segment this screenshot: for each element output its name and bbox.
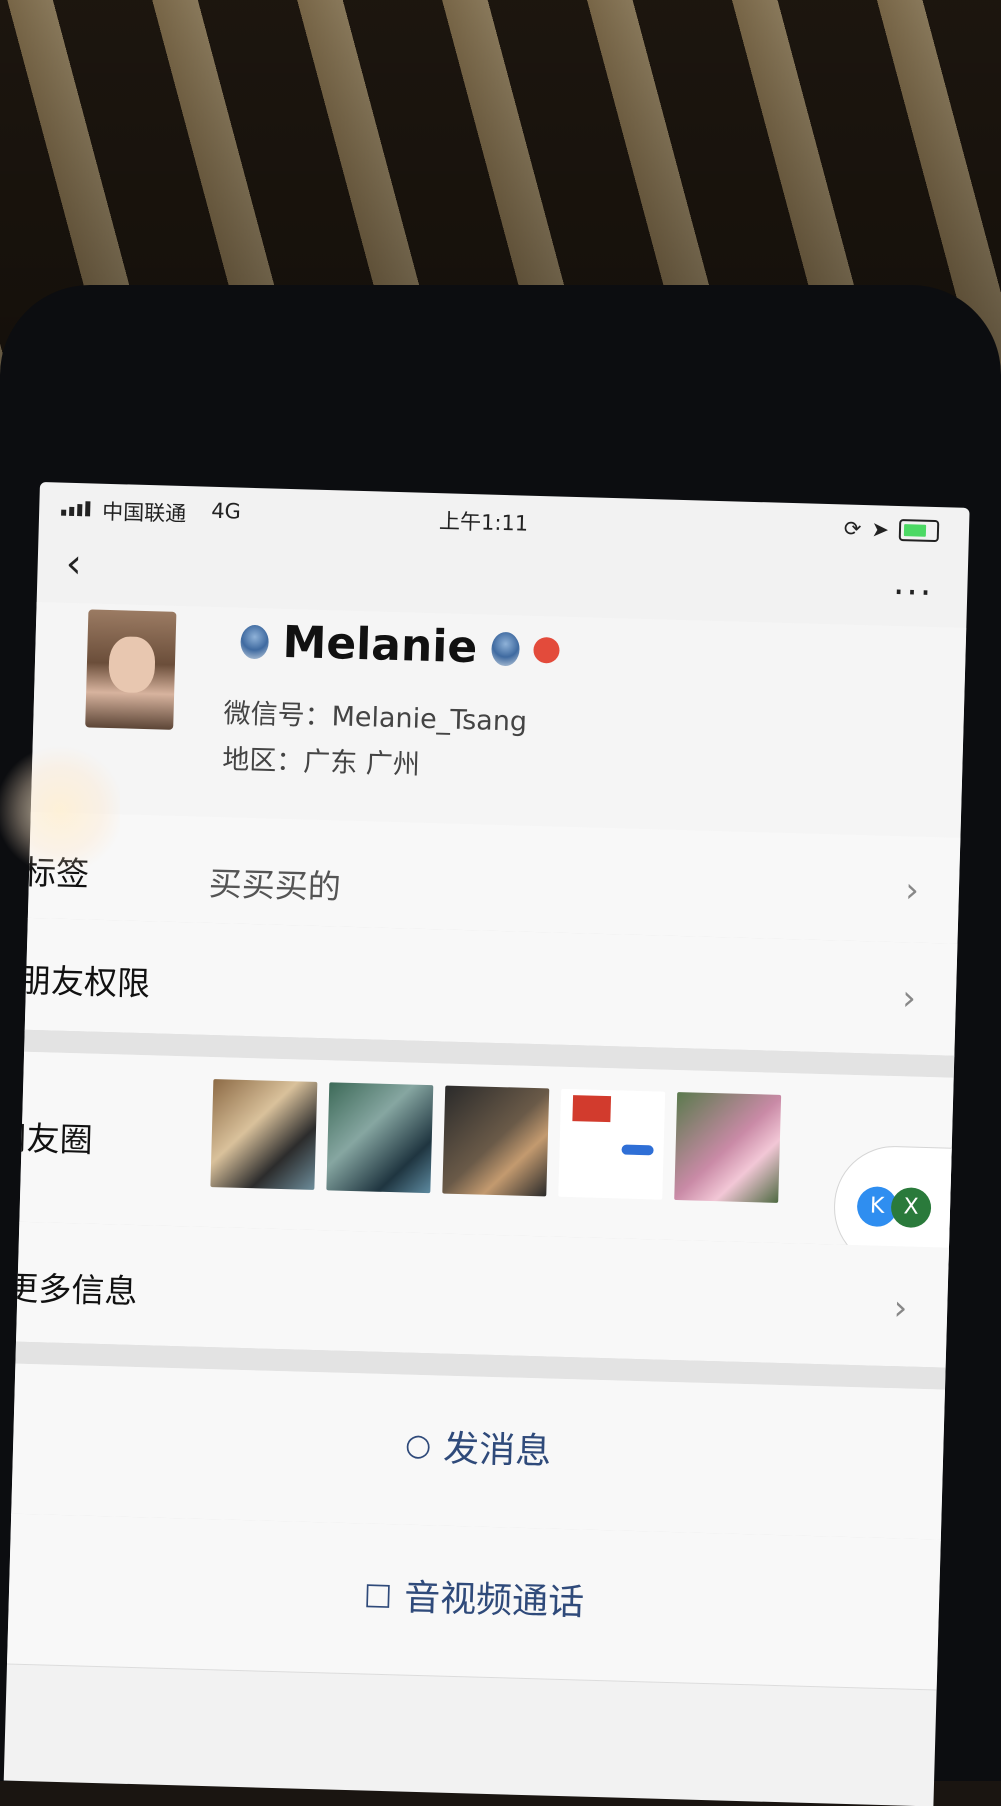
pin-icon [490, 631, 520, 666]
profile-name-row: Melanie [240, 616, 560, 676]
region: 地区：广东 广州 [221, 744, 421, 781]
rotation-lock-icon: ⟳ [843, 516, 862, 541]
wechat-id: 微信号：Melanie_Tsang [223, 698, 528, 738]
phone-screen: 中国联通 4G 上午1:11 ⟳ ➤ ‹ ... Melanie 微信号：Mel… [3, 482, 970, 1806]
chevron-left-icon[interactable]: ‹ [65, 541, 82, 587]
more-options-button[interactable]: ... [893, 562, 934, 604]
moment-thumbnail[interactable] [442, 1085, 550, 1197]
signal-bar-1 [61, 509, 67, 516]
battery-icon [898, 519, 940, 543]
network-type: 4G [210, 498, 242, 524]
chevron-right-icon: › [901, 978, 917, 1019]
moment-thumbnail[interactable] [558, 1088, 666, 1200]
screen-glare [0, 740, 120, 880]
moment-thumbnail[interactable] [326, 1082, 434, 1194]
pin-icon [240, 624, 270, 659]
status-icons: ⟳ ➤ [843, 516, 940, 543]
moment-thumbnail[interactable] [674, 1092, 782, 1203]
location-icon: ➤ [871, 517, 890, 542]
signal-icon [61, 501, 91, 517]
chat-bubble-icon: ○ [404, 1427, 432, 1463]
more-info-label: 更多信息 [4, 1268, 138, 1312]
carrier-name: 中国联通 [101, 499, 187, 527]
profile-name: Melanie [281, 616, 478, 674]
av-call-row[interactable]: □ 音视频通话 [6, 1513, 941, 1691]
send-message-label: 发消息 [442, 1428, 552, 1473]
avatar[interactable] [85, 609, 177, 730]
moment-thumbnail[interactable] [210, 1079, 318, 1190]
moments-row[interactable]: 朋友圈 K X [4, 1051, 958, 1270]
send-message-button[interactable]: ○ 发消息 [13, 1408, 944, 1486]
chevron-right-icon: › [904, 870, 920, 911]
send-message-row[interactable]: ○ 发消息 [11, 1363, 946, 1541]
signal-bar-3 [77, 504, 83, 517]
floating-right-icon[interactable]: X [890, 1187, 932, 1229]
profile-card: Melanie 微信号：Melanie_Tsang 地区：广东 广州 [30, 601, 967, 848]
person-badge-icon [532, 636, 560, 664]
chevron-right-icon: › [893, 1288, 908, 1329]
moments-thumbnails[interactable] [210, 1079, 782, 1203]
video-camera-icon: □ [363, 1575, 393, 1612]
status-time: 上午1:11 [438, 509, 529, 536]
signal-bar-4 [85, 501, 91, 517]
permissions-label: 朋友权限 [17, 960, 151, 1004]
signal-bar-2 [69, 506, 75, 516]
av-call-button[interactable]: □ 音视频通话 [9, 1558, 940, 1636]
av-call-label: 音视频通话 [403, 1577, 585, 1624]
tags-value: 买买买的 [208, 863, 342, 907]
